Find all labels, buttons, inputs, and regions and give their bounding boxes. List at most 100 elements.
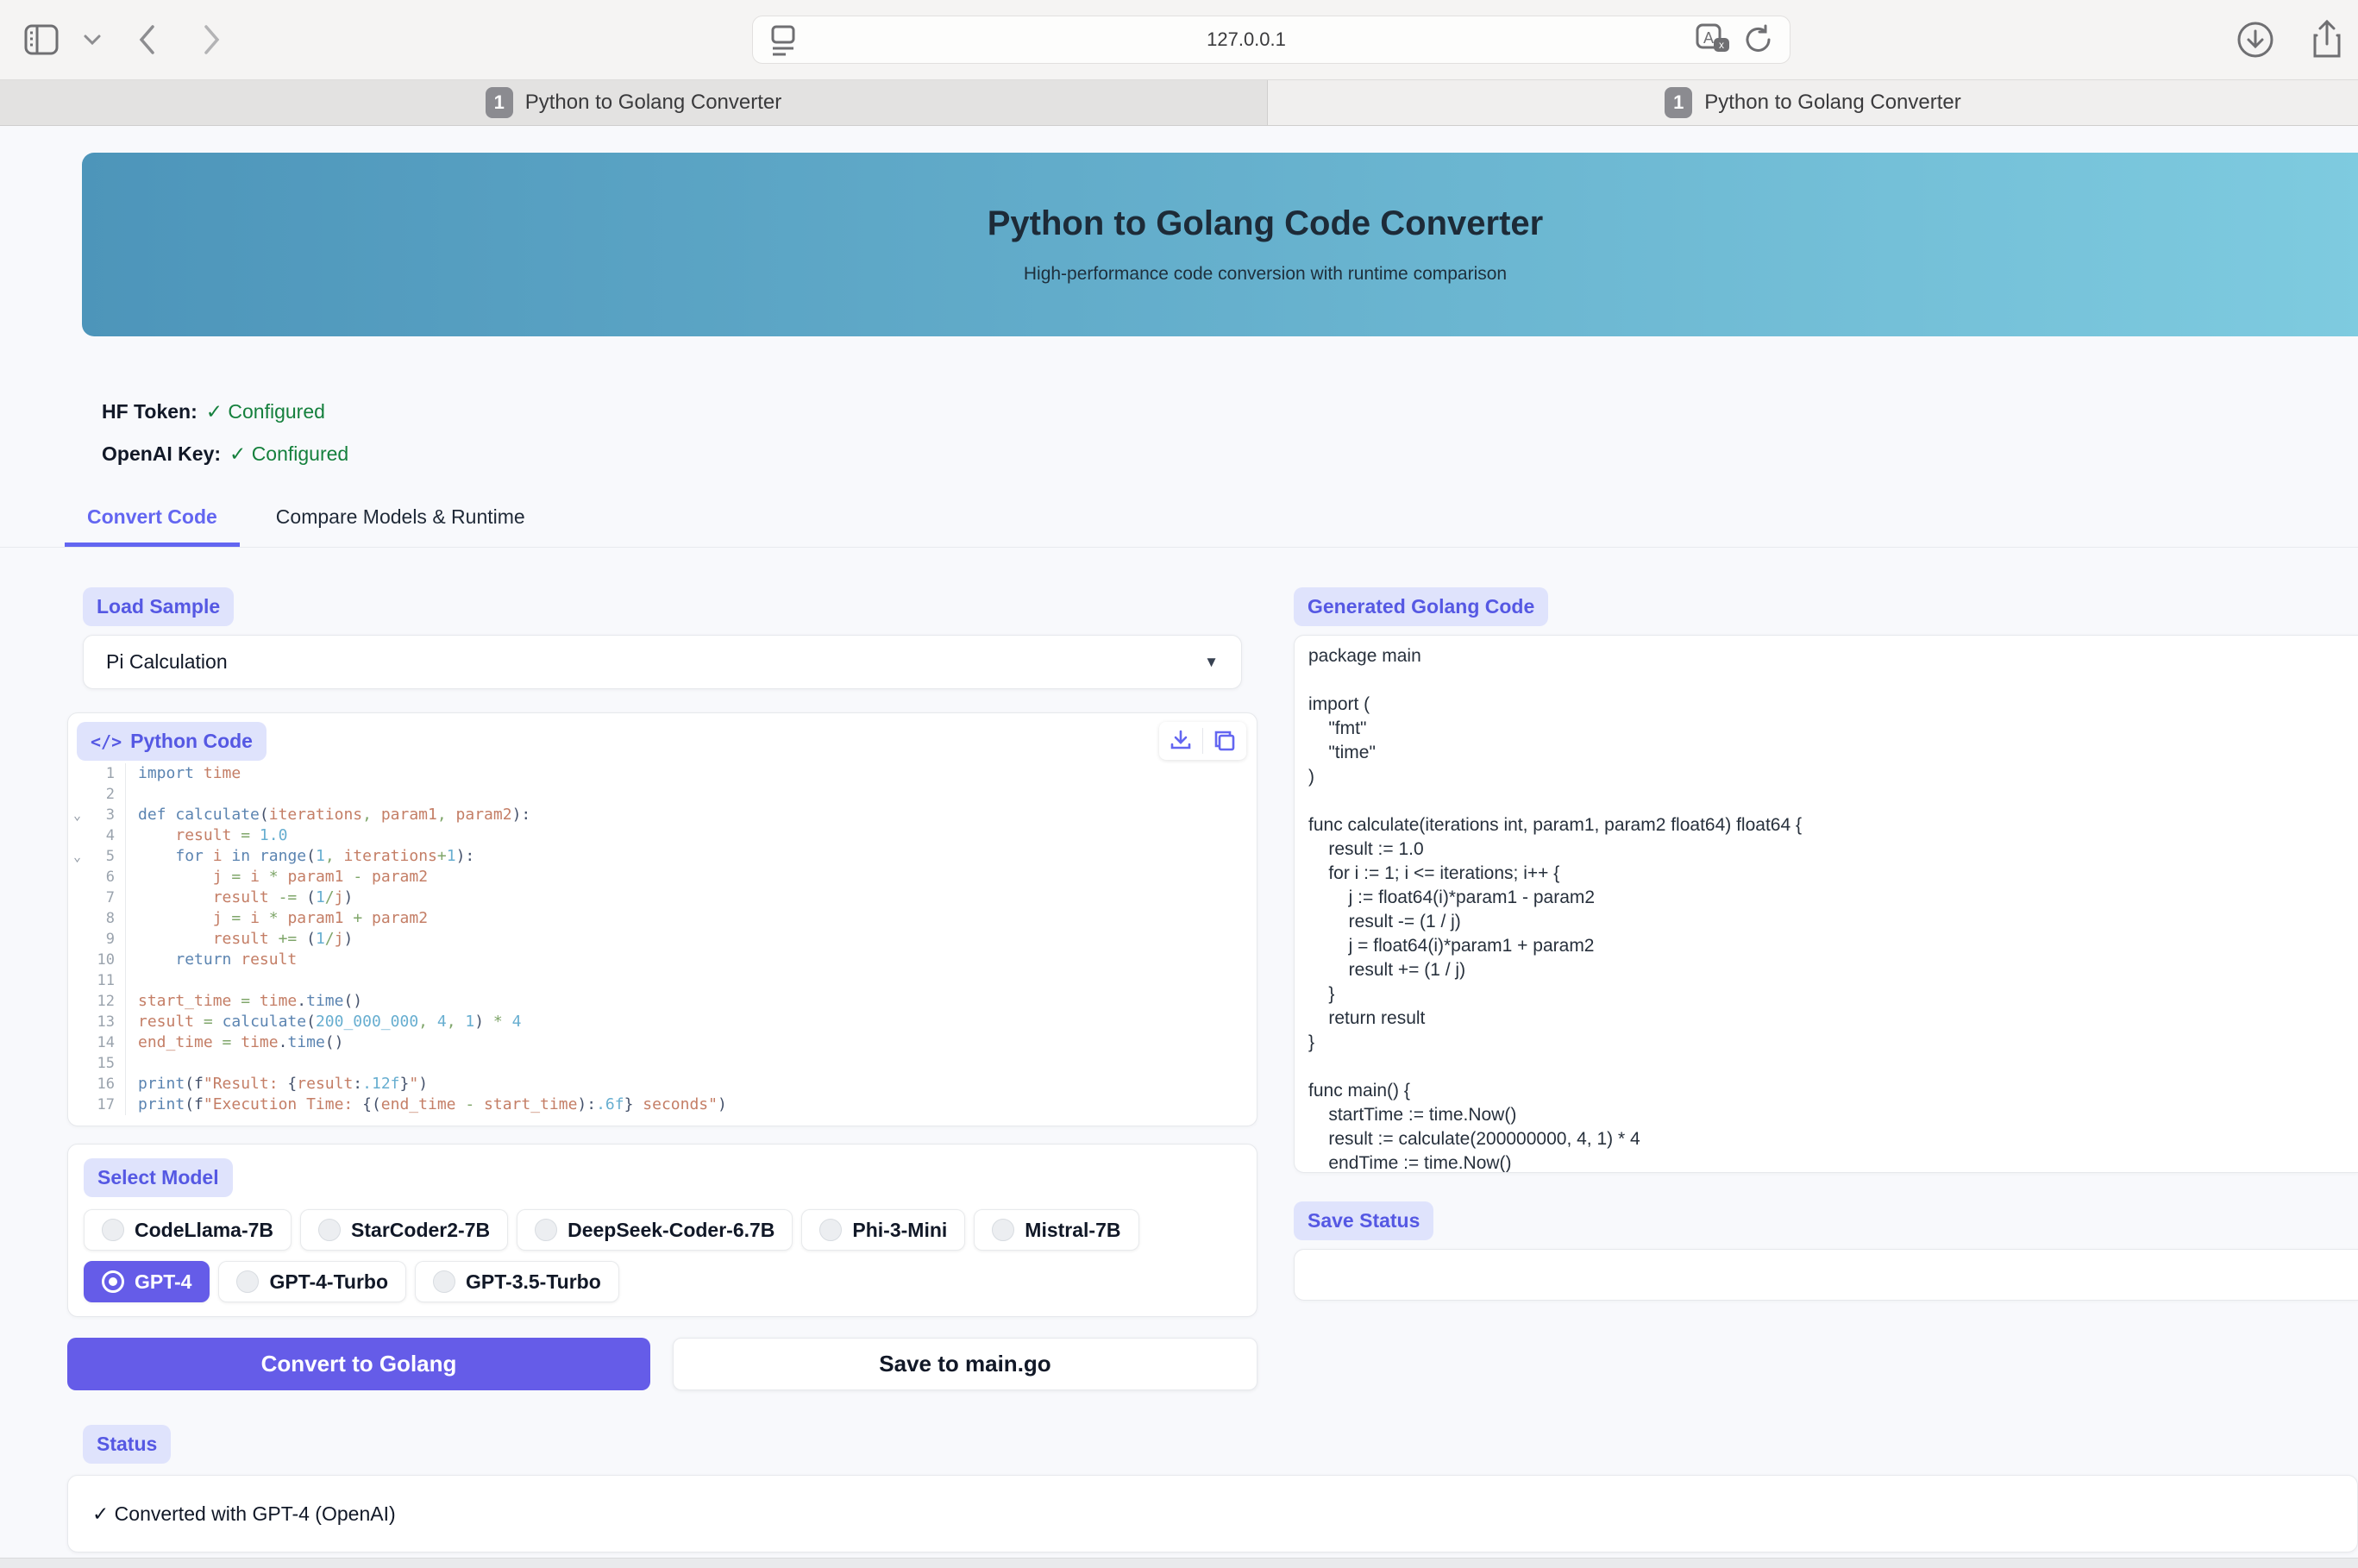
reload-icon[interactable] [1743,23,1774,56]
model-option-label: CodeLlama-7B [135,1219,273,1242]
line-number: 8 [68,908,125,929]
golang-code-line: return result [1308,1007,2358,1031]
golang-code-line: startTime := time.Now() [1308,1103,2358,1127]
radio-icon [236,1270,259,1293]
model-option-gpt-4[interactable]: GPT-4 [84,1261,210,1302]
download-code-button[interactable] [1168,728,1194,754]
golang-code-line: endTime := time.Now() [1308,1151,2358,1173]
model-option-phi-3-mini[interactable]: Phi-3-Mini [801,1209,965,1251]
tab-title: Python to Golang Converter [1704,91,1961,115]
code-line: ⌄3def calculate(iterations, param1, para… [68,805,1257,825]
tab-convert-code[interactable]: Convert Code [65,505,240,547]
code-line: 12start_time = time.time() [68,991,1257,1012]
line-number: 12 [68,991,125,1012]
fold-chevron-icon[interactable]: ⌄ [73,805,81,825]
model-option-label: GPT-3.5-Turbo [466,1270,601,1294]
select-model-badge: Select Model [84,1158,233,1197]
code-icon: </> [91,731,122,752]
back-button[interactable] [136,23,157,56]
code-line: 6 j = i * param1 - param2 [68,867,1257,887]
tab-title: Python to Golang Converter [525,91,782,115]
radio-icon [535,1219,557,1241]
api-key-value: ✓ Configured [229,442,348,466]
share-button[interactable] [2310,18,2344,61]
back-icon [136,23,157,56]
radio-icon [992,1219,1014,1241]
line-number: 17 [68,1094,125,1115]
convert-button[interactable]: Convert to Golang [67,1338,650,1390]
golang-code-line: } [1308,982,2358,1007]
downloads-button[interactable] [2236,20,2275,60]
golang-code-line: j := float64(i)*param1 - param2 [1308,886,2358,910]
api-key-label: HF Token: [102,400,198,423]
browser-tab-1[interactable]: 1 Python to Golang Converter [0,80,1268,125]
browser-toolbar: 127.0.0.1 A x [0,0,2358,79]
save-status-box[interactable] [1294,1249,2358,1301]
code-line: 4 result = 1.0 [68,825,1257,846]
code-line: 10 return result [68,950,1257,970]
model-option-gpt-3.5-turbo[interactable]: GPT-3.5-Turbo [415,1261,619,1302]
line-number: 2 [68,784,125,805]
model-option-starcoder2-7b[interactable]: StarCoder2-7B [300,1209,508,1251]
api-key-row: HF Token: ✓ Configured [102,400,2358,423]
golang-code-line: import ( [1308,693,2358,717]
sidebar-toggle-button[interactable] [22,22,60,57]
tab-compare-models[interactable]: Compare Models & Runtime [254,505,548,547]
app-tab-bar: Convert Code Compare Models & Runtime [0,505,2358,548]
download-circle-icon [2236,20,2275,60]
line-number: 10 [68,950,125,970]
model-option-label: Mistral-7B [1025,1219,1120,1242]
golang-code-line [1308,789,2358,813]
code-line: 11 [68,970,1257,991]
model-option-label: GPT-4-Turbo [269,1270,388,1294]
copy-icon [1212,728,1238,754]
save-button[interactable]: Save to main.go [673,1338,1257,1390]
model-option-label: StarCoder2-7B [351,1219,490,1242]
model-option-deepseek-coder-6.7b[interactable]: DeepSeek-Coder-6.7B [517,1209,793,1251]
api-key-label: OpenAI Key: [102,442,221,466]
url-bar[interactable]: 127.0.0.1 A x [752,16,1790,64]
golang-code-box[interactable]: package main import ( "fmt" "time") func… [1294,635,2358,1173]
code-line: 15 [68,1053,1257,1074]
translate-icon[interactable]: A x [1695,22,1731,57]
golang-code-line: result += (1 / j) [1308,958,2358,982]
page-banner: Python to Golang Code Converter High-per… [82,153,2358,336]
fold-chevron-icon[interactable]: ⌄ [73,846,81,867]
model-option-label: Phi-3-Mini [852,1219,947,1242]
reader-icon [768,22,798,57]
forward-button[interactable] [202,23,223,56]
golang-code-line: result -= (1 / j) [1308,910,2358,934]
forward-icon [202,23,223,56]
line-number: 9 [68,929,125,950]
page-title: Python to Golang Code Converter [988,204,1543,243]
model-option-codellama-7b[interactable]: CodeLlama-7B [84,1209,292,1251]
line-number: ⌄5 [68,846,125,867]
model-option-label: GPT-4 [135,1270,191,1294]
sidebar-menu-chevron-button[interactable] [83,34,102,46]
model-option-gpt-4-turbo[interactable]: GPT-4-Turbo [218,1261,406,1302]
status-box: ✓ Converted with GPT-4 (OpenAI) [67,1475,2358,1552]
golang-code-line: "fmt" [1308,717,2358,741]
code-line: 1import time [68,763,1257,784]
browser-tab-2[interactable]: 1 Python to Golang Converter [1268,80,2358,125]
python-code-lines[interactable]: 1import time2 ⌄3def calculate(iterations… [68,763,1257,1115]
line-number: 15 [68,1053,125,1074]
line-number: 4 [68,825,125,846]
copy-code-button[interactable] [1212,728,1238,754]
api-key-row: OpenAI Key: ✓ Configured [102,442,2358,466]
radio-icon [318,1219,341,1241]
python-code-badge: </> Python Code [77,722,267,761]
api-key-status: HF Token: ✓ Configured OpenAI Key: ✓ Con… [102,400,2358,466]
code-line: ⌄5 for i in range(1, iterations+1): [68,846,1257,867]
golang-code-text: package main import ( "fmt" "time") func… [1308,644,2358,1173]
sample-dropdown[interactable]: Pi Calculation ▼ [83,635,1242,689]
golang-code-line [1308,1055,2358,1079]
share-icon [2310,18,2344,61]
code-line: 17print(f"Execution Time: {(end_time - s… [68,1094,1257,1115]
golang-code-line: j = float64(i)*param1 + param2 [1308,934,2358,958]
url-text: 127.0.0.1 [798,28,1695,51]
model-option-mistral-7b[interactable]: Mistral-7B [974,1209,1138,1251]
line-number: 1 [68,763,125,784]
tab-favicon-badge: 1 [486,87,513,118]
tab-favicon-badge: 1 [1665,87,1692,118]
